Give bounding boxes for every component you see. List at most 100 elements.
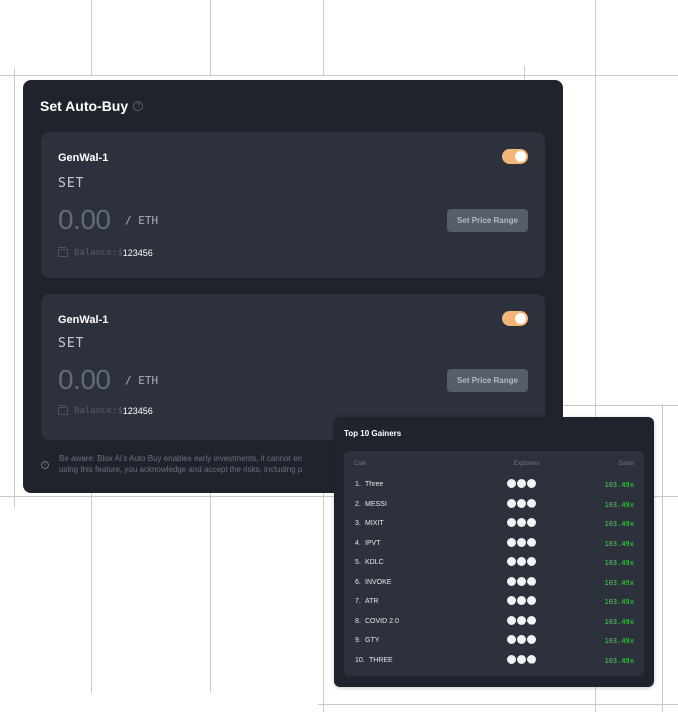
explorer-icon-3[interactable] bbox=[527, 498, 536, 508]
explorer-icons bbox=[507, 576, 536, 586]
coin-rank: 7. bbox=[355, 598, 361, 605]
table-row[interactable]: 10. THREE 103.49x bbox=[355, 654, 634, 669]
table-row[interactable]: 8. COVID 2.0 103.49x bbox=[355, 615, 634, 630]
explorer-icon-2[interactable] bbox=[517, 635, 526, 644]
explorer-icon-1[interactable] bbox=[507, 498, 516, 508]
table-row[interactable]: 4. IPVT 103.49x bbox=[355, 537, 634, 552]
explorer-icons bbox=[507, 537, 536, 547]
coin-rank: 8. bbox=[355, 617, 361, 625]
auto-buy-toggle[interactable] bbox=[502, 311, 528, 326]
panel-title: Set Auto-Buy ? bbox=[40, 98, 144, 114]
wallet-name: GenWal-1 bbox=[58, 152, 109, 164]
explorer-icon-2[interactable] bbox=[517, 596, 526, 605]
coin-name: Three bbox=[365, 481, 384, 488]
grid-line bbox=[562, 405, 678, 406]
wallet-icon bbox=[58, 405, 68, 415]
explorer-icon-2[interactable] bbox=[517, 654, 526, 664]
explorer-icon-1[interactable] bbox=[507, 557, 516, 566]
explorer-icon-3[interactable] bbox=[527, 518, 536, 527]
explorer-icon-1[interactable] bbox=[507, 596, 516, 605]
explorer-icon-2[interactable] bbox=[517, 576, 526, 586]
balance-value: 123456 bbox=[122, 248, 153, 258]
explorer-icon-3[interactable] bbox=[527, 576, 536, 586]
auto-buy-toggle[interactable] bbox=[502, 149, 528, 164]
set-label: SET bbox=[58, 176, 85, 191]
risk-notice: i Be aware: Blox Ai's Auto Buy enables e… bbox=[41, 453, 341, 475]
set-price-range-button[interactable]: Set Price Range bbox=[447, 209, 528, 232]
explorer-icons bbox=[507, 498, 536, 508]
explorer-icon-2[interactable] bbox=[517, 557, 526, 566]
coin-rank: 1. bbox=[355, 481, 361, 488]
table-row[interactable]: 6. INVOKE 103.49x bbox=[355, 576, 634, 591]
explorer-icon-1[interactable] bbox=[507, 635, 516, 644]
explorer-icons bbox=[507, 596, 536, 605]
explorer-icon-2[interactable] bbox=[517, 498, 526, 508]
balance-row: Balance: $ 123456 bbox=[58, 405, 153, 416]
table-row[interactable]: 5. KDLC 103.49x bbox=[355, 557, 634, 571]
coin-gain: 103.49x bbox=[604, 637, 634, 645]
explorer-icon-2[interactable] bbox=[517, 615, 526, 625]
set-label: SET bbox=[58, 336, 85, 351]
explorer-icons bbox=[507, 479, 536, 488]
explorer-icon-1[interactable] bbox=[507, 576, 516, 586]
coin-name: KDLC bbox=[365, 559, 384, 566]
notice-line: using this feature, you acknowledge and … bbox=[59, 465, 303, 474]
coin-rank: 9. bbox=[355, 637, 361, 644]
coin-gain: 103.49x bbox=[604, 578, 634, 587]
info-icon: i bbox=[41, 461, 49, 469]
help-icon[interactable]: ? bbox=[133, 101, 144, 111]
coin-name: IPVT bbox=[365, 539, 381, 547]
explorer-icon-2[interactable] bbox=[517, 518, 526, 527]
grid-line bbox=[524, 66, 525, 80]
coin-gain: 103.49x bbox=[604, 520, 634, 528]
explorer-icon-1[interactable] bbox=[507, 654, 516, 664]
grid-line bbox=[323, 493, 324, 712]
coin-name: INVOKE bbox=[365, 578, 392, 586]
coin-rank: 2. bbox=[355, 500, 361, 508]
coin-rank: 4. bbox=[355, 539, 361, 547]
table-row[interactable]: 1. Three 103.49x bbox=[355, 479, 634, 493]
coin-gain: 103.49x bbox=[604, 500, 634, 509]
coin-name: COVID 2.0 bbox=[365, 617, 399, 625]
amount-unit: / ETH bbox=[125, 214, 159, 227]
grid-line bbox=[0, 75, 678, 76]
amount-input[interactable]: 0.00 bbox=[58, 204, 111, 236]
gainers-table: Coin Explorers Gains 1. Three 103.49x 2. MES… bbox=[344, 451, 644, 676]
explorer-icons bbox=[507, 635, 536, 644]
amount-unit: / ETH bbox=[125, 374, 159, 387]
explorer-icon-1[interactable] bbox=[507, 518, 516, 527]
explorer-icon-2[interactable] bbox=[517, 537, 526, 547]
explorer-icon-3[interactable] bbox=[527, 537, 536, 547]
explorer-icon-1[interactable] bbox=[507, 615, 516, 625]
coin-gain: 103.49x bbox=[604, 481, 634, 489]
explorer-icon-3[interactable] bbox=[527, 654, 536, 664]
coin-rank: 10. bbox=[355, 656, 365, 664]
table-row[interactable]: 7. ATR 103.49x bbox=[355, 596, 634, 610]
explorer-icons bbox=[507, 518, 536, 527]
explorer-icon-1[interactable] bbox=[507, 479, 516, 488]
coin-gain: 103.49x bbox=[604, 617, 634, 626]
explorer-icon-3[interactable] bbox=[527, 557, 536, 566]
explorer-icons bbox=[507, 654, 536, 664]
set-price-range-button[interactable]: Set Price Range bbox=[447, 369, 528, 392]
explorer-icon-3[interactable] bbox=[527, 615, 536, 625]
amount-input[interactable]: 0.00 bbox=[58, 364, 111, 396]
table-row[interactable]: 3. MIXIT 103.49x bbox=[355, 518, 634, 532]
column-header-explorers: Explorers bbox=[514, 461, 540, 467]
table-row[interactable]: 9. GTY 103.49x bbox=[355, 635, 634, 649]
grid-line bbox=[323, 0, 324, 76]
explorer-icon-2[interactable] bbox=[517, 479, 526, 488]
notice-line: Be aware: Blox Ai's Auto Buy enables ear… bbox=[59, 454, 302, 463]
explorer-icon-1[interactable] bbox=[507, 537, 516, 547]
explorer-icon-3[interactable] bbox=[527, 596, 536, 605]
grid-line bbox=[210, 0, 211, 76]
grid-line bbox=[210, 493, 211, 693]
table-row[interactable]: 2. MESSI 103.49x bbox=[355, 498, 634, 513]
coin-gain: 103.49x bbox=[604, 559, 634, 567]
explorer-icon-3[interactable] bbox=[527, 479, 536, 488]
toggle-knob bbox=[515, 151, 526, 162]
coin-name: THREE bbox=[369, 656, 393, 664]
explorer-icons bbox=[507, 615, 536, 625]
coin-name: MIXIT bbox=[365, 520, 384, 527]
explorer-icon-3[interactable] bbox=[527, 635, 536, 644]
